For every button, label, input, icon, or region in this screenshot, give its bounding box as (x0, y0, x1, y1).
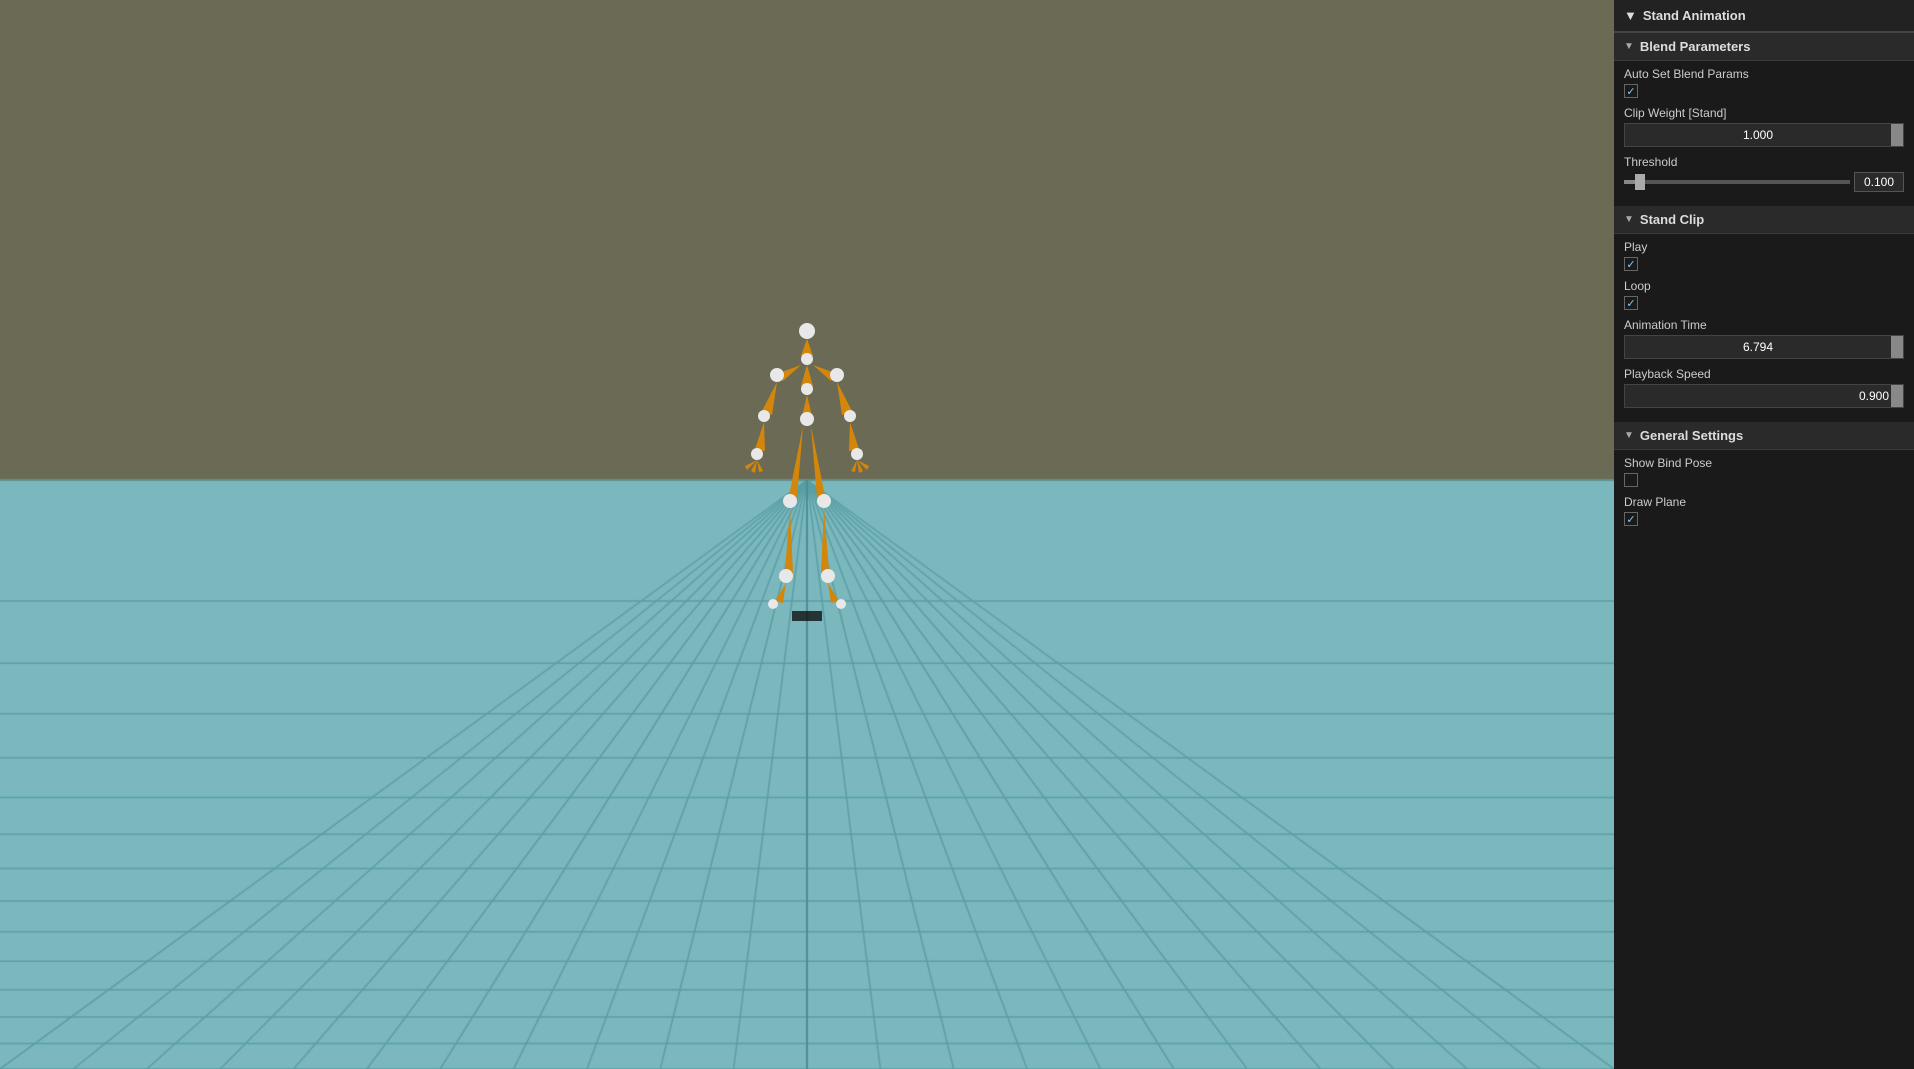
stand-clip-collapse-icon: ▼ (1624, 214, 1634, 225)
draw-plane-field: Draw Plane (1624, 495, 1904, 526)
play-checkbox[interactable] (1624, 257, 1638, 271)
playback-speed-value: 0.900 (1625, 386, 1891, 406)
general-settings-label: General Settings (1640, 428, 1743, 443)
stand-clip-label: Stand Clip (1640, 212, 1704, 227)
animation-time-handle[interactable] (1891, 336, 1903, 358)
loop-field: Loop (1624, 279, 1904, 310)
show-bind-pose-label: Show Bind Pose (1624, 456, 1904, 470)
draw-plane-row (1624, 512, 1904, 526)
viewport[interactable]: CPU 0.356000 ms GPU 0.045431 ms Animatio… (0, 0, 1614, 1069)
panel-title: Stand Animation (1643, 8, 1746, 23)
blend-parameters-content: Auto Set Blend Params Clip Weight [Stand… (1614, 61, 1914, 206)
draw-plane-label: Draw Plane (1624, 495, 1904, 509)
playback-speed-slider[interactable]: 0.900 (1624, 384, 1904, 408)
clip-weight-handle[interactable] (1891, 124, 1903, 146)
threshold-value: 0.100 (1854, 172, 1904, 192)
panel-main-header[interactable]: ▼ Stand Animation (1614, 0, 1914, 33)
right-panel: ▼ Stand Animation ▼ Blend Parameters Aut… (1614, 0, 1914, 1069)
threshold-slider-row: 0.100 (1624, 172, 1904, 192)
auto-set-field: Auto Set Blend Params (1624, 67, 1904, 98)
animation-time-value: 6.794 (1625, 337, 1891, 357)
auto-set-label: Auto Set Blend Params (1624, 67, 1904, 81)
clip-weight-slider[interactable]: 1.000 (1624, 123, 1904, 147)
threshold-slider-track[interactable] (1624, 180, 1850, 184)
loop-checkbox[interactable] (1624, 296, 1638, 310)
animation-time-label: Animation Time (1624, 318, 1904, 332)
playback-speed-label: Playback Speed (1624, 367, 1904, 381)
loop-checkbox-row (1624, 296, 1904, 310)
threshold-slider-fill (1624, 180, 1635, 184)
threshold-slider-thumb[interactable] (1635, 174, 1645, 190)
general-settings-content: Show Bind Pose Draw Plane (1614, 450, 1914, 540)
clip-weight-value: 1.000 (1625, 125, 1891, 145)
blend-parameters-header[interactable]: ▼ Blend Parameters (1614, 33, 1914, 61)
auto-set-row (1624, 84, 1904, 98)
play-label: Play (1624, 240, 1904, 254)
play-field: Play (1624, 240, 1904, 271)
playback-speed-field: Playback Speed 0.900 (1624, 367, 1904, 408)
animation-time-slider[interactable]: 6.794 (1624, 335, 1904, 359)
show-bind-pose-checkbox[interactable] (1624, 473, 1638, 487)
animation-time-field: Animation Time 6.794 (1624, 318, 1904, 359)
show-bind-pose-row (1624, 473, 1904, 487)
character-container (707, 301, 907, 751)
general-settings-collapse-icon: ▼ (1624, 430, 1634, 441)
skeleton-svg (707, 301, 907, 751)
playback-speed-handle[interactable] (1891, 385, 1903, 407)
clip-weight-label: Clip Weight [Stand] (1624, 106, 1904, 120)
play-checkbox-row (1624, 257, 1904, 271)
show-bind-pose-field: Show Bind Pose (1624, 456, 1904, 487)
clip-weight-field: Clip Weight [Stand] 1.000 (1624, 106, 1904, 147)
loop-label: Loop (1624, 279, 1904, 293)
stand-clip-content: Play Loop Animation Time 6.794 Playback … (1614, 234, 1914, 422)
panel-collapse-icon: ▼ (1624, 8, 1637, 23)
blend-parameters-label: Blend Parameters (1640, 39, 1751, 54)
auto-set-checkbox[interactable] (1624, 84, 1638, 98)
threshold-field: Threshold 0.100 (1624, 155, 1904, 192)
general-settings-header[interactable]: ▼ General Settings (1614, 422, 1914, 450)
stand-clip-header[interactable]: ▼ Stand Clip (1614, 206, 1914, 234)
draw-plane-checkbox[interactable] (1624, 512, 1638, 526)
blend-params-collapse-icon: ▼ (1624, 41, 1634, 52)
threshold-label: Threshold (1624, 155, 1904, 169)
